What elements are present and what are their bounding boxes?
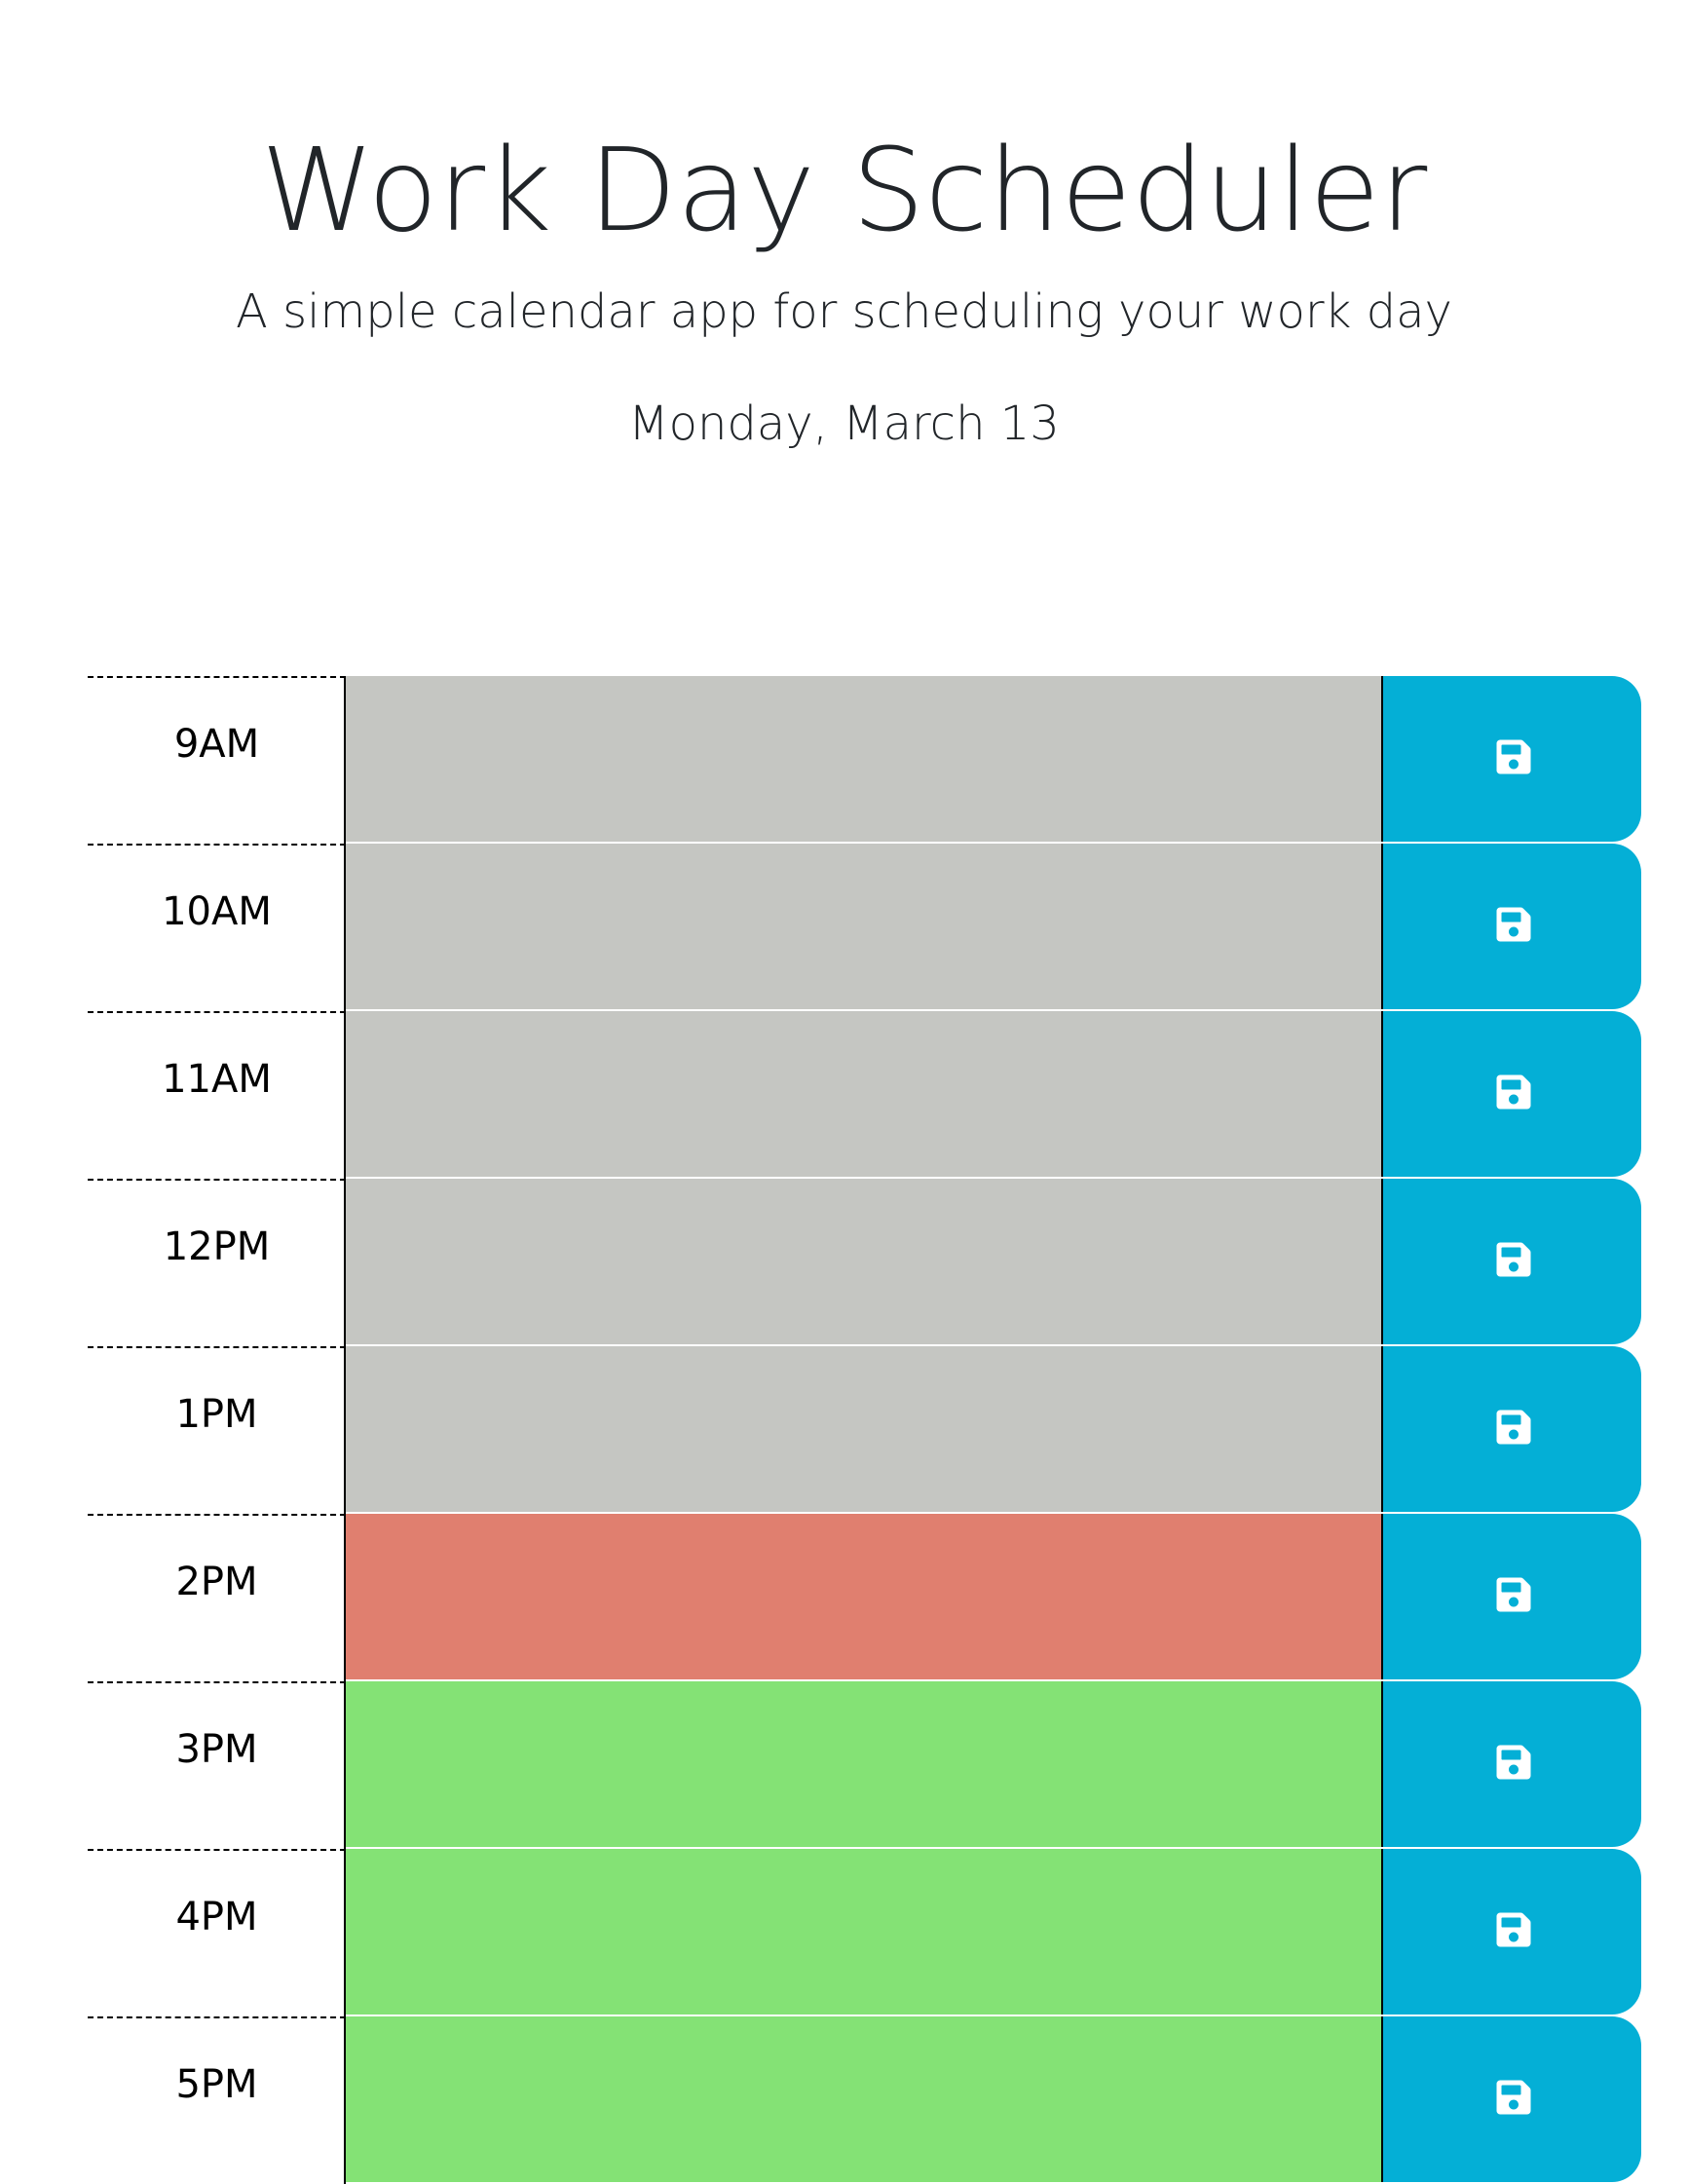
description-input[interactable] bbox=[346, 1849, 1381, 2016]
hour-column: 3PM bbox=[88, 1681, 346, 1849]
save-button[interactable] bbox=[1381, 1681, 1641, 1847]
description-input[interactable] bbox=[346, 844, 1381, 1011]
time-block-4pm: 4PM bbox=[88, 1849, 1641, 2016]
hour-column: 11AM bbox=[88, 1011, 346, 1179]
save-button[interactable] bbox=[1381, 2016, 1641, 2182]
description-input[interactable] bbox=[346, 1179, 1381, 1346]
hour-column: 2PM bbox=[88, 1514, 346, 1681]
save-button[interactable] bbox=[1381, 1514, 1641, 1679]
save-button[interactable] bbox=[1381, 844, 1641, 1009]
hour-column: 10AM bbox=[88, 844, 346, 1011]
hour-label: 4PM bbox=[175, 1895, 258, 1939]
save-icon bbox=[1496, 2080, 1531, 2115]
header: Work Day Scheduler A simple calendar app… bbox=[0, 0, 1688, 507]
current-day: Monday, March 13 bbox=[628, 396, 1060, 451]
page-title: Work Day Scheduler bbox=[260, 123, 1428, 257]
save-icon bbox=[1496, 1410, 1531, 1445]
save-button[interactable] bbox=[1381, 1179, 1641, 1344]
description-input[interactable] bbox=[346, 1346, 1381, 1514]
description-input[interactable] bbox=[346, 1011, 1381, 1179]
time-block-5pm: 5PM bbox=[88, 2016, 1641, 2184]
save-button[interactable] bbox=[1381, 1849, 1641, 2015]
hour-column: 1PM bbox=[88, 1346, 346, 1514]
save-icon bbox=[1496, 1745, 1531, 1780]
hour-label: 10AM bbox=[162, 889, 272, 934]
hour-label: 1PM bbox=[175, 1392, 258, 1437]
save-icon bbox=[1496, 1577, 1531, 1612]
description-input[interactable] bbox=[346, 1681, 1381, 1849]
page-subtitle: A simple calendar app for scheduling you… bbox=[236, 284, 1452, 339]
save-button[interactable] bbox=[1381, 1011, 1641, 1177]
save-icon bbox=[1496, 1912, 1531, 1947]
time-block-1pm: 1PM bbox=[88, 1346, 1641, 1514]
time-block-10am: 10AM bbox=[88, 844, 1641, 1011]
hour-label: 3PM bbox=[175, 1727, 258, 1772]
time-block-3pm: 3PM bbox=[88, 1681, 1641, 1849]
hour-column: 12PM bbox=[88, 1179, 346, 1346]
save-icon bbox=[1496, 907, 1531, 942]
hour-label: 2PM bbox=[175, 1560, 258, 1604]
hour-label: 9AM bbox=[173, 722, 260, 767]
save-icon bbox=[1496, 1074, 1531, 1110]
hour-column: 4PM bbox=[88, 1849, 346, 2016]
save-icon bbox=[1496, 739, 1531, 774]
time-block-12pm: 12PM bbox=[88, 1179, 1641, 1346]
description-input[interactable] bbox=[346, 676, 1381, 844]
schedule: 9AM 10AM 11AM 12PM 1PM 2PM 3PM 4PM 5PM bbox=[88, 676, 1641, 2184]
save-button[interactable] bbox=[1381, 676, 1641, 842]
save-button[interactable] bbox=[1381, 1346, 1641, 1512]
hour-column: 9AM bbox=[88, 676, 346, 844]
hour-label: 11AM bbox=[162, 1057, 272, 1102]
hour-label: 12PM bbox=[163, 1224, 271, 1269]
description-input[interactable] bbox=[346, 2016, 1381, 2184]
time-block-9am: 9AM bbox=[88, 676, 1641, 844]
description-input[interactable] bbox=[346, 1514, 1381, 1681]
time-block-11am: 11AM bbox=[88, 1011, 1641, 1179]
hour-label: 5PM bbox=[175, 2062, 258, 2107]
time-block-2pm: 2PM bbox=[88, 1514, 1641, 1681]
hour-column: 5PM bbox=[88, 2016, 346, 2184]
save-icon bbox=[1496, 1242, 1531, 1277]
